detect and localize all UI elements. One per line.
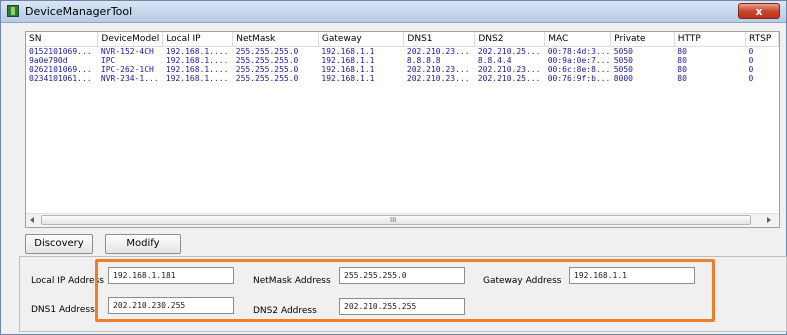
table-row[interactable]: 0152101069... NVR-152-4CH 192.168.1.... … (26, 47, 779, 57)
cell-device-model: IPC-262-1CH (100, 65, 154, 74)
cell-netmask: 255.255.255.0 (235, 56, 299, 65)
column-header-http[interactable]: HTTP (674, 32, 747, 47)
scroll-right-arrow-icon[interactable] (767, 217, 771, 223)
cell-local-ip: 192.168.1.... (165, 56, 229, 65)
column-header-mac[interactable]: MAC (544, 32, 612, 47)
column-header-rtsp[interactable]: RTSP (745, 32, 779, 47)
cell-gateway: 192.168.1.1 (321, 47, 375, 56)
cell-sn: 9a0e790d (29, 56, 68, 65)
cell-rtsp: 0 (748, 56, 754, 65)
table-row[interactable]: 0262101069... IPC-262-1CH 192.168.1.... … (26, 65, 779, 74)
table-header-row: SN DeviceModel Local IP NetMask Gateway … (26, 32, 779, 47)
cell-mac: 00:6c:8e:8... (547, 65, 611, 74)
title-bar[interactable]: DeviceManagerTool x (1, 1, 786, 23)
cell-netmask: 255.255.255.0 (235, 65, 299, 74)
column-header-private[interactable]: Private (610, 32, 675, 47)
app-icon (7, 5, 19, 17)
column-header-dns2[interactable]: DNS2 (474, 32, 546, 47)
cell-netmask: 255.255.255.0 (235, 74, 299, 83)
table-row[interactable]: 9a0e790d IPC 192.168.1.... 255.255.255.0… (26, 56, 779, 65)
dns2-input[interactable]: 202.210.255.255 (339, 298, 465, 315)
cell-local-ip: 192.168.1.... (165, 47, 229, 56)
cell-sn: 0234101061... (29, 74, 92, 83)
column-header-dns1[interactable]: DNS1 (403, 32, 476, 47)
cell-netmask: 255.255.255.0 (235, 47, 299, 56)
modify-button[interactable]: Modify (105, 234, 181, 254)
netmask-input[interactable]: 255.255.255.0 (339, 267, 465, 284)
dns2-label: DNS2 Address (253, 306, 317, 316)
window-title: DeviceManagerTool (25, 5, 133, 18)
cell-mac: 00:9a:0e:7... (547, 56, 611, 65)
cell-rtsp: 0 (748, 65, 754, 74)
cell-gateway: 192.168.1.1 (321, 65, 375, 74)
cell-dns2: 202.210.25... (477, 74, 541, 83)
gateway-input[interactable]: 192.168.1.1 (569, 267, 695, 284)
column-header-device-model[interactable]: DeviceModel (97, 32, 164, 47)
cell-dns1: 202.210.23... (406, 65, 470, 74)
cell-dns2: 202.210.23... (477, 65, 541, 74)
netmask-label: NetMask Address (253, 276, 331, 286)
local-ip-label: Local IP Address (31, 276, 104, 286)
discovery-button[interactable]: Discovery (25, 234, 93, 254)
gateway-label: Gateway Address (483, 276, 562, 286)
column-header-netmask[interactable]: NetMask (232, 32, 319, 47)
cell-device-model: NVR-152-4CH (100, 47, 154, 56)
cell-device-model: NVR-234-1... (100, 74, 159, 83)
cell-dns1: 202.210.23... (406, 74, 470, 83)
cell-http: 80 (677, 74, 687, 83)
cell-mac: 00:76:9f:b... (547, 74, 611, 83)
cell-rtsp: 0 (748, 47, 754, 56)
scroll-left-arrow-icon[interactable] (30, 217, 34, 223)
cell-sn: 0152101069... (29, 47, 92, 56)
column-header-local-ip[interactable]: Local IP (162, 32, 234, 47)
device-manager-window: DeviceManagerTool x SN DeviceModel Local… (0, 0, 787, 335)
scroll-thumb[interactable]: III (41, 215, 751, 225)
cell-http: 80 (677, 65, 687, 74)
dns1-label: DNS1 Address (31, 305, 95, 315)
device-list[interactable]: SN DeviceModel Local IP NetMask Gateway … (25, 31, 780, 228)
device-table: SN DeviceModel Local IP NetMask Gateway … (26, 32, 779, 83)
cell-private: 5050 (613, 56, 633, 65)
cell-mac: 00:78:4d:3... (547, 47, 611, 56)
cell-local-ip: 192.168.1.... (165, 74, 229, 83)
cell-rtsp: 0 (748, 74, 754, 83)
column-header-sn[interactable]: SN (26, 32, 99, 47)
cell-device-model: IPC (100, 56, 116, 65)
local-ip-input[interactable]: 192.168.1.181 (108, 267, 234, 284)
cell-private: 8000 (613, 74, 633, 83)
cell-private: 5050 (613, 47, 633, 56)
cell-dns2: 8.8.4.4 (477, 56, 512, 65)
cell-local-ip: 192.168.1.... (165, 65, 229, 74)
cell-sn: 0262101069... (29, 65, 92, 74)
cell-dns1: 202.210.23... (406, 47, 470, 56)
cell-http: 80 (677, 47, 687, 56)
dns1-input[interactable]: 202.210.230.255 (108, 297, 234, 314)
cell-private: 5050 (613, 65, 633, 74)
horizontal-scrollbar[interactable]: III (26, 213, 779, 227)
cell-dns1: 8.8.8.8 (406, 56, 441, 65)
cell-gateway: 192.168.1.1 (321, 74, 375, 83)
table-row[interactable]: 0234101061... NVR-234-1... 192.168.1....… (26, 74, 779, 83)
cell-dns2: 202.210.25... (477, 47, 541, 56)
cell-http: 80 (677, 56, 687, 65)
column-header-gateway[interactable]: Gateway (318, 32, 405, 47)
close-button[interactable]: x (738, 3, 780, 19)
scroll-grip: III (390, 216, 397, 224)
cell-gateway: 192.168.1.1 (321, 56, 375, 65)
